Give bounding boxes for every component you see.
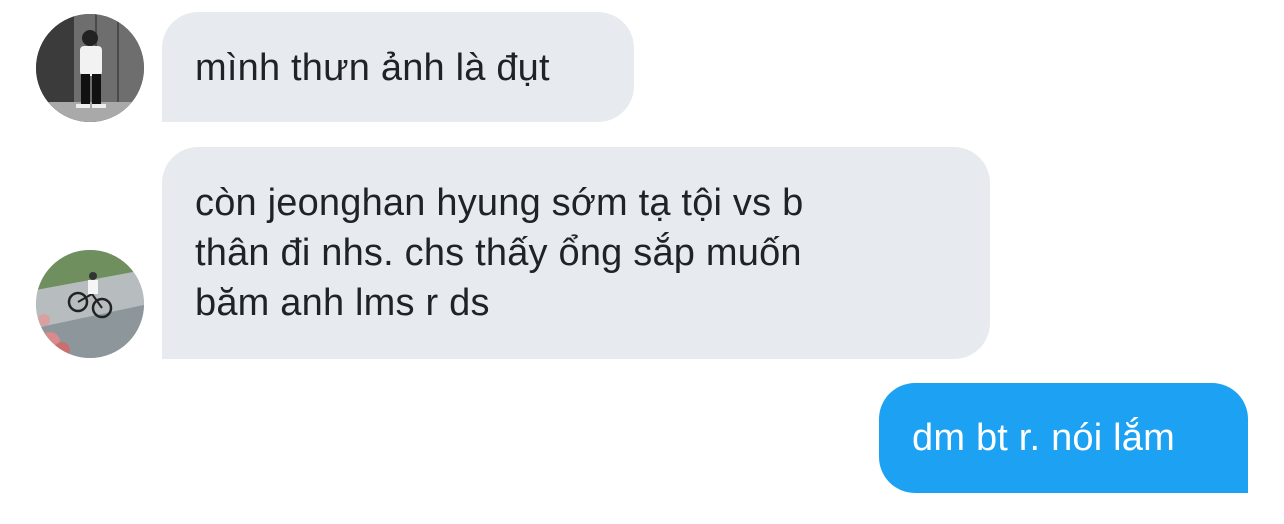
bicycle-photo-avatar-icon <box>36 250 144 358</box>
message-bubble-2[interactable]: còn jeonghan hyung sớm tạ tội vs b thân … <box>162 147 990 359</box>
message-text-line: còn jeonghan hyung sớm tạ tội vs b <box>195 182 804 224</box>
dm-conversation: mình thưn ảnh là đụt còn jeonghan hyung … <box>0 0 1284 524</box>
message-text: dm bt r. nói lắm <box>912 417 1175 459</box>
message-text-line: băm anh lms r ds <box>195 282 490 324</box>
message-text-line: thân đi nhs. chs thấy ổng sắp muốn <box>195 232 802 274</box>
sender-avatar-1[interactable] <box>36 14 144 122</box>
sender-avatar-2[interactable] <box>36 250 144 358</box>
message-bubble-3[interactable]: dm bt r. nói lắm <box>879 383 1248 493</box>
bw-person-photo-avatar-icon <box>36 14 144 122</box>
message-text: mình thưn ảnh là đụt <box>195 47 550 89</box>
message-bubble-1[interactable]: mình thưn ảnh là đụt <box>162 12 634 122</box>
